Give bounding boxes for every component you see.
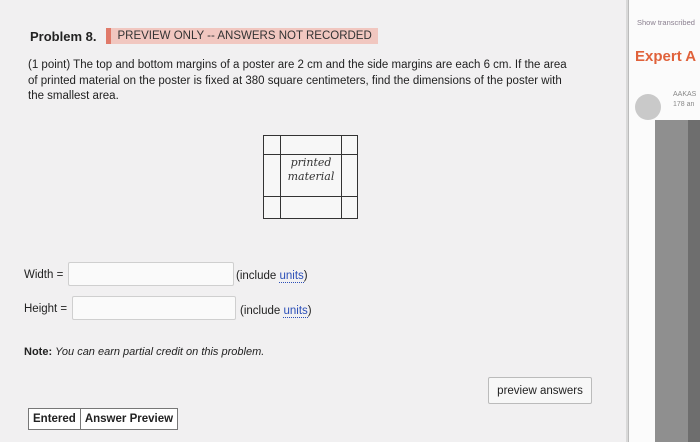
figure-margin-line (264, 196, 357, 197)
preview-answers-button[interactable]: preview answers (488, 377, 592, 404)
height-label: Height = (24, 303, 68, 315)
expert-name: AAKAS (673, 91, 697, 98)
note-text: You can earn partial credit on this prob… (55, 346, 265, 358)
problem-title: Problem 8. (30, 28, 97, 44)
figure-margin-line (264, 154, 357, 155)
figure-label-line: material (287, 170, 335, 183)
expert-info: AAKAS 178 an (673, 90, 696, 110)
figure-label-line: printed (290, 156, 332, 169)
problem-panel: Problem 8. PREVIEW ONLY -- ANSWERS NOT R… (0, 0, 626, 442)
expert-avatar (635, 94, 661, 120)
statement-line: the smallest area. (28, 90, 119, 102)
width-label: Width = (24, 269, 64, 281)
partial-credit-note: Note: You can earn partial credit on thi… (24, 346, 264, 358)
poster-figure: printed material (263, 135, 358, 219)
height-units-hint: (include units) (240, 305, 312, 318)
include-suffix: ) (307, 305, 312, 317)
figure-label: printed material (280, 156, 342, 184)
width-units-hint: (include units) (236, 270, 308, 283)
problem-statement: (1 point) The top and bottom margins of … (28, 58, 598, 105)
answer-tabs: Entered Answer Preview (28, 408, 179, 430)
units-link[interactable]: units (283, 305, 308, 318)
include-prefix: (include (240, 305, 284, 317)
statement-line: (1 point) The top and bottom margins of … (28, 59, 567, 71)
problem-header: Problem 8. PREVIEW ONLY -- ANSWERS NOT R… (30, 28, 378, 44)
note-label: Note: (24, 346, 53, 358)
statement-line: of printed material on the poster is fix… (28, 74, 562, 87)
background-shadow (688, 120, 700, 442)
expert-answers-count: 178 an (673, 101, 695, 108)
units-link[interactable]: units (279, 270, 304, 283)
tab-answer-preview[interactable]: Answer Preview (80, 408, 179, 430)
background-shadow (655, 120, 690, 442)
width-input[interactable] (68, 262, 234, 286)
preview-only-badge: PREVIEW ONLY -- ANSWERS NOT RECORDED (106, 28, 378, 44)
tab-entered[interactable]: Entered (28, 408, 81, 430)
expert-answer-heading: Expert A (635, 48, 697, 65)
show-transcribed-link[interactable]: Show transcribed (637, 18, 695, 27)
include-prefix: (include (236, 270, 280, 282)
height-input[interactable] (72, 296, 236, 320)
include-suffix: ) (303, 270, 308, 282)
